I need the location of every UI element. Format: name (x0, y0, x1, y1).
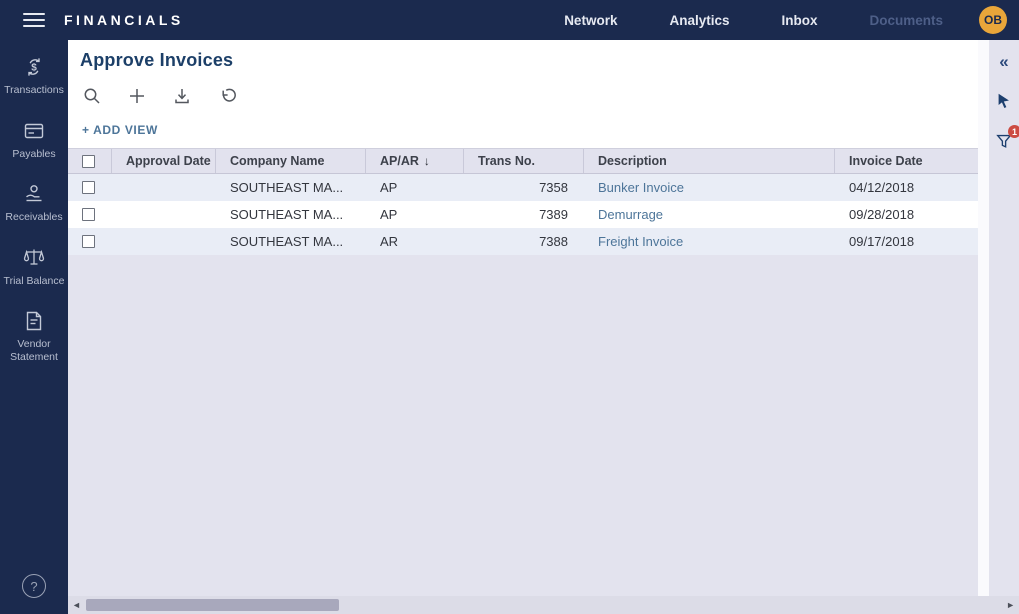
app-window: FINANCIALS Network Analytics Inbox Docum… (0, 0, 1019, 614)
cell-invoice-date: 09/28/2018 (835, 207, 978, 222)
receivables-hand-coin-icon (22, 182, 46, 206)
description-link[interactable]: Freight Invoice (598, 234, 683, 249)
filter-count-badge: 1 (1008, 125, 1019, 138)
sidebar-item-label: Trial Balance (4, 275, 65, 288)
sidebar-item-receivables[interactable]: Receivables (1, 182, 67, 224)
cell-invoice-date: 09/17/2018 (835, 234, 978, 249)
sidebar-item-label: Transactions (4, 84, 64, 97)
page-title: Approve Invoices (80, 50, 978, 71)
horizontal-scrollbar-thumb[interactable] (86, 599, 339, 611)
cell-apar: AR (366, 234, 464, 249)
add-button[interactable] (127, 86, 147, 106)
column-header-company-name[interactable]: Company Name (216, 149, 366, 173)
column-header-trans-no[interactable]: Trans No. (464, 149, 584, 173)
scroll-right-arrow-icon[interactable]: ► (1006, 600, 1015, 610)
horizontal-scrollbar[interactable]: ◄ ► (68, 596, 1019, 614)
sidebar-item-payables[interactable]: Payables (1, 119, 67, 161)
nav-network[interactable]: Network (564, 13, 617, 28)
reset-button[interactable] (217, 86, 237, 106)
cursor-pointer-icon (995, 92, 1013, 110)
export-button[interactable] (172, 86, 192, 106)
sidebar-item-label: Payables (12, 148, 55, 161)
table-row[interactable]: SOUTHEAST MA... AR 7388 Freight Invoice … (68, 228, 978, 255)
row-checkbox[interactable] (82, 181, 95, 194)
main-layout: $ Transactions Payables Receivables (0, 40, 1019, 614)
search-icon (82, 86, 102, 106)
collapse-panel-button[interactable]: « (993, 50, 1015, 72)
pointer-tool-button[interactable] (993, 90, 1015, 112)
user-avatar[interactable]: OB (979, 6, 1007, 34)
cell-trans-no: 7389 (464, 207, 584, 222)
select-all-checkbox[interactable] (82, 155, 95, 168)
cell-invoice-date: 04/12/2018 (835, 180, 978, 195)
column-header-apar[interactable]: AP/AR ↓ (366, 149, 464, 173)
sidebar-item-vendor-statement[interactable]: Vendor Statement (1, 309, 67, 363)
cell-apar: AP (366, 180, 464, 195)
cell-apar: AP (366, 207, 464, 222)
column-header-invoice-date[interactable]: Invoice Date (835, 149, 978, 173)
table-row[interactable]: SOUTHEAST MA... AP 7358 Bunker Invoice 0… (68, 174, 978, 201)
column-header-description[interactable]: Description (584, 149, 835, 173)
right-panel: « 1 (989, 40, 1019, 614)
table-header-row: Approval Date Company Name AP/AR ↓ Trans… (68, 148, 978, 174)
top-bar: FINANCIALS Network Analytics Inbox Docum… (0, 0, 1019, 40)
double-chevron-left-icon: « (999, 53, 1008, 70)
nav-documents[interactable]: Documents (869, 13, 943, 28)
left-sidebar: $ Transactions Payables Receivables (0, 40, 68, 614)
plus-icon (127, 86, 147, 106)
undo-icon (217, 86, 237, 106)
main-content: Approve Invoices (68, 40, 978, 614)
vendor-statement-document-icon (22, 309, 46, 333)
help-button[interactable]: ? (22, 574, 46, 598)
add-view-button[interactable]: + ADD VIEW (82, 123, 158, 137)
svg-text:$: $ (31, 63, 37, 74)
toolbar (68, 71, 978, 106)
grid-empty-area (68, 255, 978, 614)
scroll-left-arrow-icon[interactable]: ◄ (72, 600, 81, 610)
sidebar-item-transactions[interactable]: $ Transactions (1, 55, 67, 97)
sidebar-item-label: Receivables (5, 211, 62, 224)
top-nav: Network Analytics Inbox Documents (564, 13, 943, 28)
column-label: AP/AR (380, 154, 419, 168)
row-checkbox[interactable] (82, 235, 95, 248)
cell-company-name: SOUTHEAST MA... (216, 234, 366, 249)
description-link[interactable]: Demurrage (598, 207, 663, 222)
search-button[interactable] (82, 86, 102, 106)
sidebar-item-trial-balance[interactable]: Trial Balance (1, 246, 67, 288)
payables-card-icon (22, 119, 46, 143)
sort-descending-icon: ↓ (424, 154, 430, 168)
nav-analytics[interactable]: Analytics (669, 13, 729, 28)
cell-trans-no: 7358 (464, 180, 584, 195)
transactions-dollar-icon: $ (22, 55, 46, 79)
column-header-approval-date[interactable]: Approval Date (112, 149, 216, 173)
trial-balance-scale-icon (22, 246, 46, 270)
vertical-scrollbar[interactable] (978, 40, 989, 614)
cell-company-name: SOUTHEAST MA... (216, 207, 366, 222)
table-row[interactable]: SOUTHEAST MA... AP 7389 Demurrage 09/28/… (68, 201, 978, 228)
nav-inbox[interactable]: Inbox (781, 13, 817, 28)
filter-button[interactable]: 1 (993, 130, 1015, 152)
row-checkbox[interactable] (82, 208, 95, 221)
app-title: FINANCIALS (64, 12, 184, 28)
description-link[interactable]: Bunker Invoice (598, 180, 684, 195)
menu-icon[interactable] (23, 9, 45, 31)
sidebar-item-label: Vendor Statement (1, 338, 67, 363)
cell-company-name: SOUTHEAST MA... (216, 180, 366, 195)
download-icon (172, 86, 192, 106)
cell-trans-no: 7388 (464, 234, 584, 249)
